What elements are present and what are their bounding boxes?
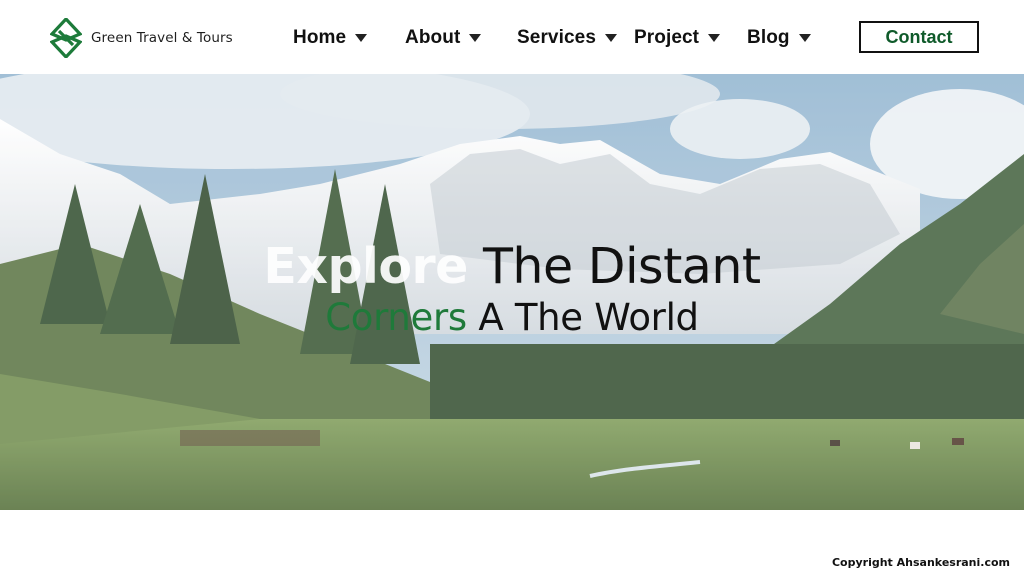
contact-button[interactable]: Contact <box>859 21 979 53</box>
nav-item-home[interactable]: Home <box>293 25 368 51</box>
nav-item-label: Home <box>293 27 347 48</box>
nav-item-about[interactable]: About <box>405 25 482 51</box>
caret-down-icon <box>355 34 368 42</box>
caret-down-icon <box>708 34 721 42</box>
brand[interactable]: Green Travel & Tours <box>50 18 233 58</box>
headline-text: The Distant <box>467 238 761 295</box>
contact-button-label: Contact <box>885 26 953 47</box>
nav-item-services[interactable]: Services <box>517 25 617 51</box>
copyright-text: Copyright Ahsankesrani.com <box>831 556 1010 569</box>
headline-line-2: Corners A The World <box>0 299 1024 336</box>
nav-item-label: Project <box>634 27 700 48</box>
caret-down-icon <box>469 34 482 42</box>
nav-item-project[interactable]: Project <box>634 25 721 51</box>
nav-item-blog[interactable]: Blog <box>747 25 811 51</box>
green-diamond-s-logo-icon <box>50 18 82 58</box>
site-header: Green Travel & Tours Home About Services… <box>0 0 1024 74</box>
headline-highlight: Explore <box>263 238 468 295</box>
headline-text: A The World <box>466 296 699 339</box>
hero-section: Explore The Distant Corners A The World <box>0 74 1024 510</box>
hero-headline: Explore The Distant Corners A The World <box>0 242 1024 336</box>
headline-green-highlight: Corners <box>325 296 467 339</box>
caret-down-icon <box>798 34 811 42</box>
nav-item-label: About <box>405 27 461 48</box>
nav-item-label: Blog <box>747 27 790 48</box>
nav-item-label: Services <box>517 27 596 48</box>
caret-down-icon <box>604 34 617 42</box>
headline-line-1: Explore The Distant <box>0 242 1024 291</box>
brand-name: Green Travel & Tours <box>91 30 233 46</box>
